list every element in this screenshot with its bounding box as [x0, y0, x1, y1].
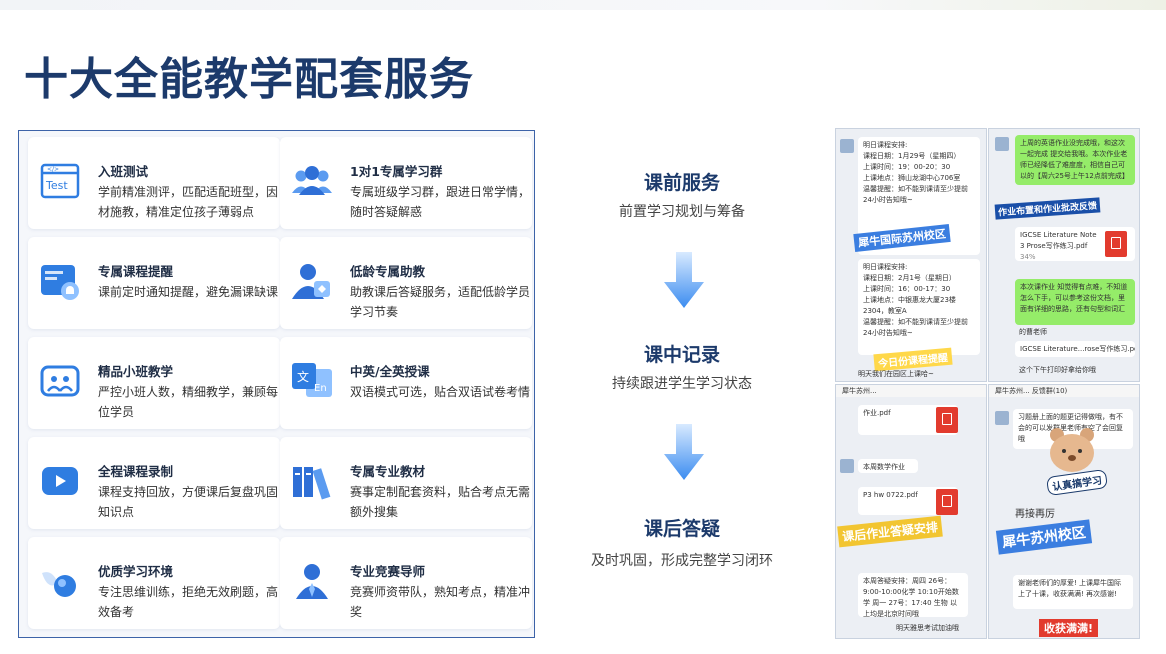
chat-screenshot-qa: 犀牛苏州... 作业.pdf 本周数学作业 P3 hw 0722.pdf 课后作…: [835, 384, 987, 639]
chat-message: 本周数学作业: [858, 459, 918, 473]
homework-message: 本次课作业 知觉得有点难，不知道怎么下手，可以参考这份文档，里面有详细的思路，还…: [1015, 279, 1135, 325]
file-name: IGCSE Literature Note 3 Prose写作练习.pdf: [1020, 231, 1097, 250]
reminder-place: 上课地点：中银惠龙大厦23楼2304，教室A: [863, 296, 956, 315]
down-arrow-icon: [664, 424, 704, 480]
harvest-sticker: 收获满满!: [1039, 619, 1099, 637]
service-title: 中英/全英授课: [350, 364, 430, 379]
chat-title: 犀牛苏州...: [836, 385, 986, 397]
flow-sub-after: 及时巩固，形成完整学习闭环: [591, 553, 773, 569]
service-desc: 双语模式可选，贴合双语试卷考情: [350, 385, 531, 399]
service-card-course-reminder: 专属课程提醒 课前定时通知提醒，避免漏课缺课: [28, 237, 280, 329]
service-desc: 课前定时通知提醒，避免漏课缺课: [98, 285, 279, 299]
reminder-time: 上课时间：16：00-17：30: [863, 285, 951, 293]
reminder-bubble: 明日课程安排: 课程日期：2月1号（星期日） 上课时间：16：00-17：30 …: [858, 259, 980, 355]
flow-sub-before: 前置学习规划与筹备: [619, 204, 745, 220]
service-desc: 助教课后答疑服务，适配低龄学员学习节奏: [350, 285, 531, 319]
qa-schedule: 本周答疑安排：周四 26号：9:00-10:00化学 10:10开始数学 周一 …: [858, 573, 968, 617]
assistant-icon: [292, 264, 330, 299]
video-icon: [42, 467, 78, 495]
chat-footer: 明天我们在园区上课哈~: [858, 370, 934, 378]
pdf-icon: [936, 407, 958, 433]
service-title: 精品小班教学: [98, 364, 174, 379]
down-arrow-icon: [664, 252, 704, 308]
translate-icon-zh: 文: [297, 369, 309, 384]
service-title: 专属专业教材: [350, 464, 426, 479]
reminder-date: 课程日期：2月1号（星期日）: [863, 274, 956, 282]
mentor-icon: [296, 564, 328, 599]
service-title: 1对1专属学习群: [350, 164, 443, 179]
chat-message: 谢谢老师们的厚爱! 上课犀牛国际上了十课，收获满满! 再次感谢!: [1013, 575, 1133, 609]
translate-icon: 文 En: [292, 363, 332, 397]
service-desc: 赛事定制配套资料，贴合考点无需额外搜集: [350, 485, 531, 519]
group-icon: [292, 166, 332, 195]
avatar: [995, 411, 1009, 425]
service-desc: 严控小班人数，精细教学，兼顾每位学员: [98, 385, 279, 419]
service-title: 低龄专属助教: [350, 264, 426, 279]
avatar: [840, 459, 854, 473]
flow-title-after: 课后答疑: [643, 518, 720, 540]
chat-screenshot-reminders: 明日课程安排: 课程日期：1月29号（星期四） 上课时间：19：00-20：30…: [835, 128, 987, 382]
service-desc: 学前精准测评，匹配适配班型，因材施教，精准定位孩子薄弱点: [98, 185, 279, 219]
service-card-teaching-assistant: 低龄专属助教 助教课后答疑服务，适配低龄学员学习节奏: [280, 237, 532, 329]
reminder-header: 明日课程安排:: [863, 263, 908, 271]
chat-message: 这个下午打印好拿给你哦: [1019, 366, 1096, 374]
avatar: [995, 137, 1009, 151]
service-desc: 竞赛师资带队，熟知考点，精准冲奖: [350, 585, 531, 619]
service-title: 优质学习环境: [98, 564, 174, 579]
qa-sticker: 课后作业答疑安排: [837, 515, 943, 548]
service-card-bilingual: 文 En 中英/全英授课 双语模式可选，贴合双语试卷考情: [280, 337, 532, 429]
service-card-mentor: 专业竞赛导师 竞赛师资带队，熟知考点，精准冲奖: [280, 537, 532, 629]
page-title: 十大全能教学配套服务: [24, 54, 474, 105]
flow-title-during: 课中记录: [643, 344, 720, 366]
service-card-study-group: 1对1专属学习群 专属班级学习群，跟进日常学情，随时答疑解惑: [280, 137, 532, 229]
avatar: [840, 139, 854, 153]
homework-sticker: 作业布置和作业批改反馈: [994, 197, 1101, 220]
environment-icon: [42, 572, 76, 597]
top-bar: [0, 0, 1166, 10]
service-card-materials: 专属专业教材 赛事定制配套资料，贴合考点无需额外搜集: [280, 437, 532, 529]
service-card-recording: 全程课程录制 课程支持回放，方便课后复盘巩固知识点: [28, 437, 280, 529]
bell-icon: [41, 265, 79, 300]
bear-sticker-icon: [1050, 428, 1094, 472]
flow-title-before: 课前服务: [643, 172, 720, 194]
chat-screenshot-homework: 上周的英语作业没完成哦，和这次一起完成 提交给我哦。本次作业老师已经降低了难度度…: [988, 128, 1140, 382]
service-title: 专属课程提醒: [98, 264, 174, 279]
service-title: 入班测试: [98, 164, 149, 179]
chat-footer: 明天雅思考试加油哦: [896, 624, 959, 632]
books-icon: [293, 467, 331, 500]
service-card-small-class: 精品小班教学 严控小班人数，精细教学，兼顾每位学员: [28, 337, 280, 429]
campus-sticker: 犀牛苏州校区: [995, 519, 1093, 555]
service-desc: 专属班级学习群，跟进日常学情，随时答疑解惑: [350, 185, 531, 219]
reminder-header: 明日课程安排:: [863, 141, 908, 149]
service-title: 全程课程录制: [98, 464, 174, 479]
service-desc: 专注思维训练，拒绝无效刷题，高效备考: [98, 585, 279, 619]
reminder-date: 课程日期：1月29号（星期四）: [863, 152, 961, 160]
service-card-environment: 优质学习环境 专注思维训练，拒绝无效刷题，高效备考: [28, 537, 280, 629]
reminder-tip: 温馨提醒：如不能到课请至少提前24小时告知哦~: [863, 185, 968, 204]
svg-text:</>: </>: [47, 166, 59, 173]
chat-title: 犀牛苏州... 反馈群(10): [989, 385, 1139, 397]
pdf-file[interactable]: IGCSE Literature...rose写作练习.pdf: [1015, 341, 1135, 357]
test-icon: </> Test: [40, 163, 80, 199]
service-card-placement-test: </> Test 入班测试 学前精准测评，匹配适配班型，因材施教，精准定位孩子薄…: [28, 137, 280, 229]
pdf-icon: [936, 489, 958, 515]
services-panel: </> Test 入班测试 学前精准测评，匹配适配班型，因材施教，精准定位孩子薄…: [18, 130, 535, 638]
reminder-time: 上课时间：19：00-20：30: [863, 163, 951, 171]
service-desc: 课程支持回放，方便课后复盘巩固知识点: [98, 485, 279, 519]
pdf-icon: [1105, 231, 1127, 257]
translate-icon-en: En: [314, 383, 327, 394]
test-icon-label: Test: [45, 179, 68, 192]
reminder-tip: 温馨提醒：如不能到课请至少提前24小时告知哦~: [863, 318, 968, 337]
homework-message: 上周的英语作业没完成哦，和这次一起完成 提交给我哦。本次作业老师已经降低了难度度…: [1015, 135, 1135, 185]
small-class-icon: [40, 365, 80, 397]
chat-screenshot-feedback: 犀牛苏州... 反馈群(10) 习题册上面的题更记得做哦，有不会的可以发群里老师…: [988, 384, 1140, 639]
sender-name: 的曹老师: [1019, 328, 1047, 336]
flow-sub-during: 持续跟进学生学习状态: [612, 376, 752, 392]
handwriting-note: 再接再厉: [1015, 509, 1055, 520]
reminder-place: 上课地点：狮山龙湖中心706室: [863, 174, 961, 182]
service-title: 专业竞赛导师: [350, 564, 426, 579]
